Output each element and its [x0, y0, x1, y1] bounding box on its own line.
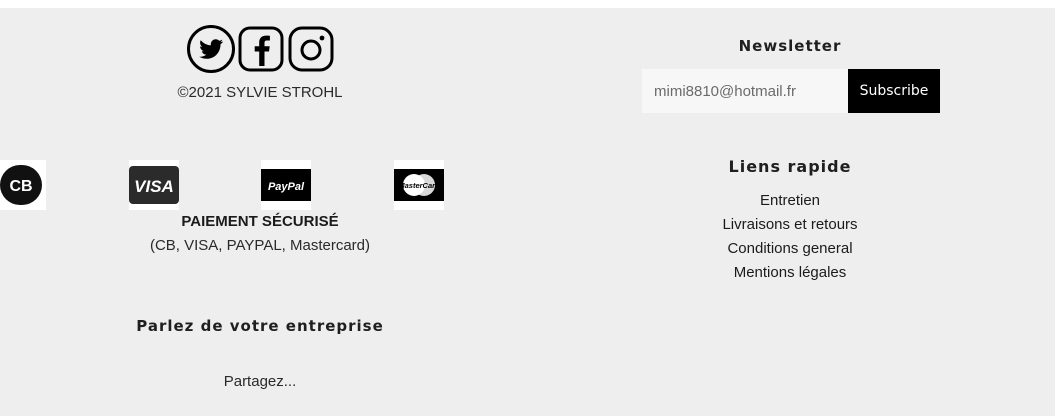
facebook-icon[interactable]: [236, 24, 286, 74]
newsletter-form: Subscribe: [642, 69, 940, 113]
newsletter-email-input[interactable]: [642, 69, 848, 113]
about-text: Partagez...: [223, 373, 297, 390]
cb-logo-text: CB: [9, 178, 32, 195]
about-heading: Parlez de votre entreprise: [136, 317, 384, 335]
quick-link-entretien[interactable]: Entretien: [640, 192, 940, 216]
cb-card-logo: CB: [0, 160, 46, 210]
quick-link-mentions[interactable]: Mentions légales: [640, 264, 940, 288]
quick-links-heading: Liens rapide: [728, 157, 852, 176]
subscribe-button[interactable]: Subscribe: [848, 69, 940, 113]
visa-logo-text: VISA: [134, 177, 174, 196]
quick-link-livraisons[interactable]: Livraisons et retours: [640, 216, 940, 240]
instagram-icon[interactable]: [286, 24, 336, 74]
quick-links-list: Entretien Livraisons et retours Conditio…: [640, 192, 940, 288]
paypal-logo: PayPal: [261, 160, 311, 210]
mastercard-logo-text: MasterCard: [398, 181, 440, 190]
secure-payment-title: PAIEMENT SÉCURISÉ: [181, 213, 339, 230]
visa-card-logo: VISA: [129, 160, 179, 210]
twitter-icon[interactable]: [186, 24, 236, 74]
social-links: [186, 24, 336, 74]
newsletter-heading: Newsletter: [738, 37, 842, 55]
secure-payment-methods: (CB, VISA, PAYPAL, Mastercard): [149, 237, 371, 254]
mastercard-logo: MasterCard: [394, 160, 444, 210]
paypal-logo-text: PayPal: [268, 181, 305, 193]
quick-link-conditions[interactable]: Conditions general: [640, 240, 940, 264]
copyright-text: ©2021 SYLVIE STROHL: [177, 84, 343, 101]
site-footer: ©2021 SYLVIE STROHL CB VISA PayPal Maste…: [0, 8, 1055, 416]
